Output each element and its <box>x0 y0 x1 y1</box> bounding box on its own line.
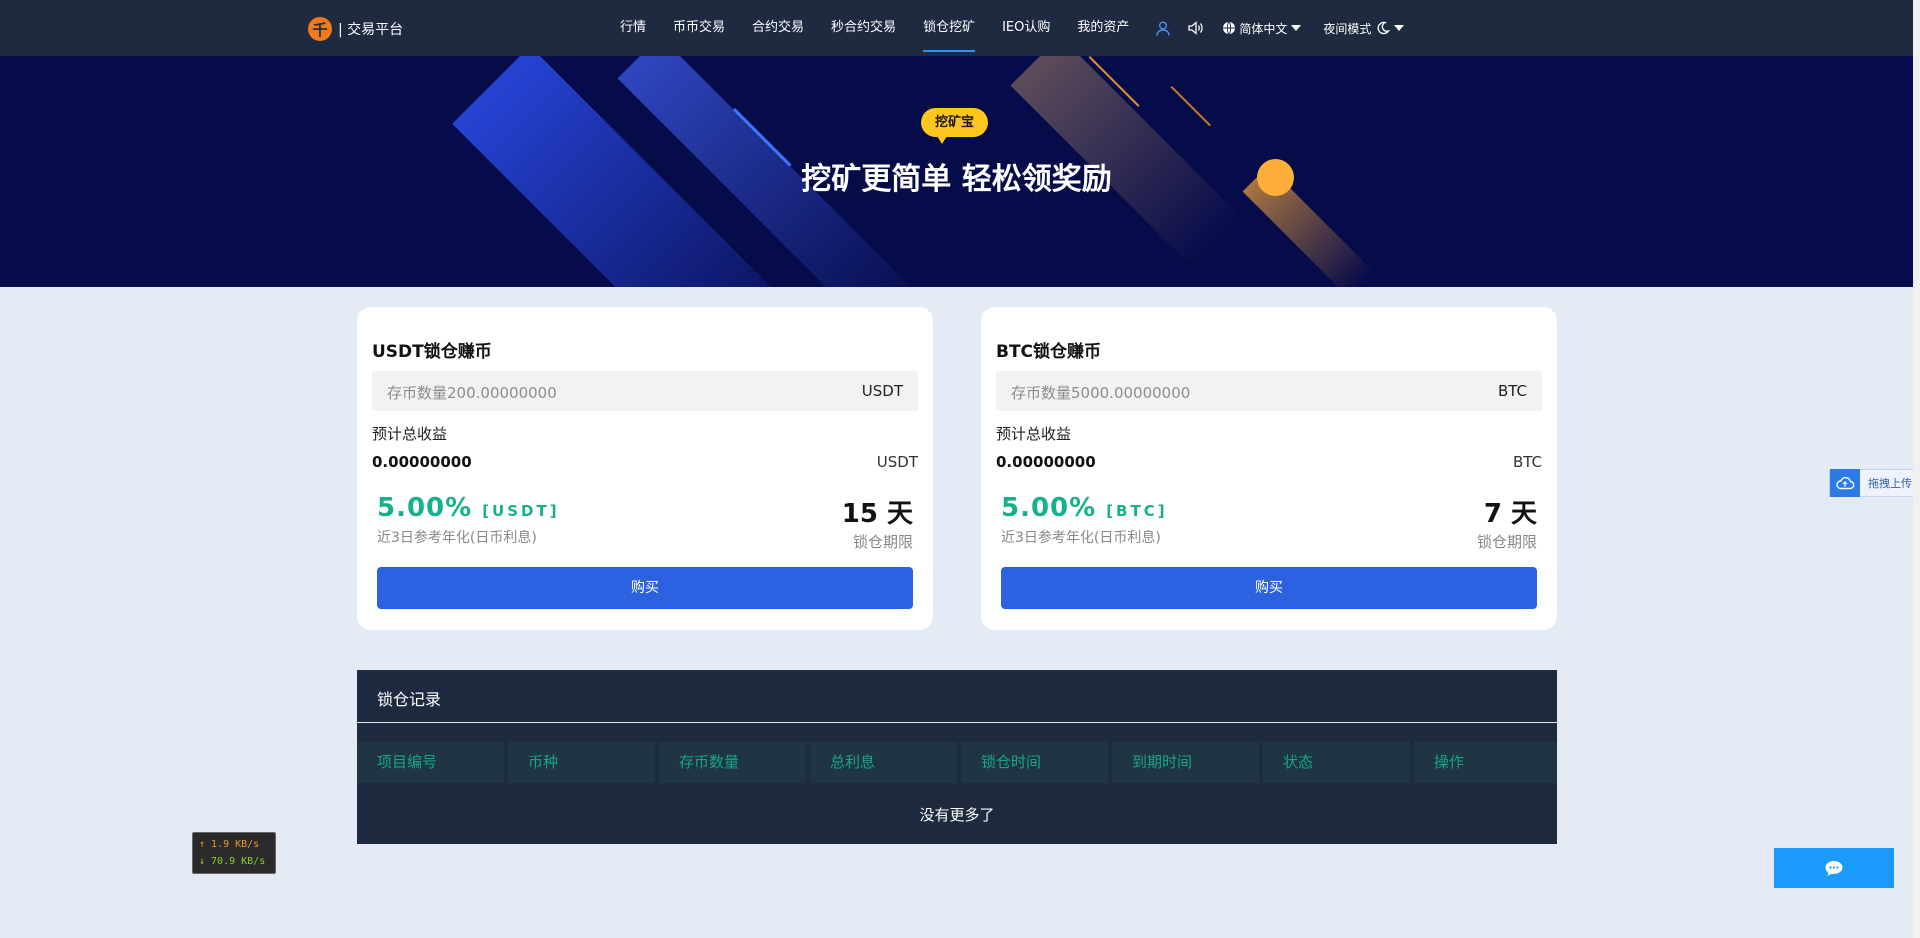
card-title: USDT锁仓赚币 <box>372 342 492 362</box>
lock-period-value: 7 天 <box>1483 499 1537 529</box>
drag-upload-label: 拖拽上传 <box>1868 477 1912 490</box>
logo-text: | 交易平台 <box>338 22 404 38</box>
download-speed: ↓ 70.9 KB/s <box>199 856 266 867</box>
nav-item-second-contract[interactable]: 秒合约交易 <box>831 0 896 56</box>
annual-rate: 5.00% [USDT] <box>377 493 560 523</box>
column-header: 存币数量 <box>659 742 806 783</box>
night-mode-label: 夜间模式 <box>1323 21 1372 36</box>
usdt-mining-card: USDT锁仓赚币 存币数量200.00000000 USDT 预计总收益 0.0… <box>357 307 933 630</box>
main-nav: 行情 币币交易 合约交易 秒合约交易 锁仓挖矿 IEO认购 我的资产 简体中文 … <box>620 0 1405 56</box>
buy-button[interactable]: 购买 <box>1001 567 1537 609</box>
deposit-amount-placeholder: 存币数量200.00000000 <box>387 384 557 402</box>
chat-bubble-icon <box>1825 860 1843 876</box>
annual-rate-value: 5.00% <box>377 493 473 523</box>
column-header: 到期时间 <box>1112 742 1259 783</box>
column-header: 操作 <box>1414 742 1557 783</box>
column-header: 项目编号 <box>357 742 504 783</box>
deposit-amount-input[interactable]: 存币数量200.00000000 USDT <box>372 371 918 411</box>
chat-button[interactable] <box>1774 848 1894 888</box>
nav-item-spot-trading[interactable]: 币币交易 <box>673 0 725 56</box>
column-header: 状态 <box>1263 742 1410 783</box>
annual-rate-label: 近3日参考年化(日币利息) <box>377 530 537 546</box>
upload-speed: ↑ 1.9 KB/s <box>199 839 260 850</box>
nav-item-market[interactable]: 行情 <box>620 0 646 56</box>
divider <box>357 722 1557 723</box>
column-header: 币种 <box>508 742 655 783</box>
lock-period-value: 15 天 <box>841 499 913 529</box>
deposit-unit: BTC <box>1497 382 1527 400</box>
lock-records-panel: 锁仓记录 项目编号 币种 存币数量 总利息 锁仓时间 到期时间 状态 操作 没有… <box>357 670 1557 844</box>
moon-icon <box>1377 21 1391 35</box>
chevron-down-icon <box>1291 25 1302 31</box>
nav-item-my-assets[interactable]: 我的资产 <box>1077 0 1129 56</box>
lock-period-label: 锁仓期限 <box>852 533 913 551</box>
estimated-income-value: 0.00000000 <box>372 453 472 471</box>
estimated-income-label: 预计总收益 <box>996 425 1072 443</box>
estimated-income-unit: BTC <box>1512 453 1542 471</box>
estimated-income-unit: USDT <box>876 453 918 471</box>
nav-item-lock-mining[interactable]: 锁仓挖矿 <box>923 0 976 56</box>
empty-state-text: 没有更多了 <box>919 806 995 824</box>
chevron-down-icon <box>1394 25 1405 31</box>
language-selector[interactable]: 简体中文 <box>1222 20 1302 37</box>
drag-upload-widget[interactable]: 拖拽上传 <box>1829 469 1920 497</box>
top-navigation-bar: 千 | 交易平台 行情 币币交易 合约交易 秒合约交易 锁仓挖矿 IEO认购 我… <box>0 0 1913 56</box>
banner-decoration <box>1170 86 1211 127</box>
rate-coin: [BTC] <box>1106 502 1168 520</box>
network-speed-widget: ↑ 1.9 KB/s ↓ 70.9 KB/s <box>192 832 276 874</box>
records-title: 锁仓记录 <box>377 690 442 709</box>
nav-item-ieo[interactable]: IEO认购 <box>1002 0 1050 56</box>
deposit-unit: USDT <box>861 382 903 400</box>
night-mode-toggle[interactable]: 夜间模式 <box>1323 20 1405 37</box>
globe-icon <box>1223 21 1236 35</box>
estimated-income-value: 0.00000000 <box>996 453 1096 471</box>
logo[interactable]: 千 | 交易平台 <box>308 17 403 41</box>
rate-coin: [USDT] <box>482 502 560 520</box>
annual-rate-label: 近3日参考年化(日币利息) <box>1001 530 1161 546</box>
card-title: BTC锁仓赚币 <box>996 342 1102 362</box>
language-label: 简体中文 <box>1239 21 1288 36</box>
annual-rate: 5.00% [BTC] <box>1001 493 1168 523</box>
buy-button[interactable]: 购买 <box>377 567 913 609</box>
hero-banner: 挖矿宝 挖矿更简单 轻松领奖励 <box>0 56 1913 287</box>
user-icon[interactable] <box>1156 0 1171 56</box>
btc-mining-card: BTC锁仓赚币 存币数量5000.00000000 BTC 预计总收益 0.00… <box>981 307 1557 630</box>
records-table-header: 项目编号 币种 存币数量 总利息 锁仓时间 到期时间 状态 操作 <box>357 742 1557 783</box>
lock-period-label: 锁仓期限 <box>1476 533 1537 551</box>
estimated-income-label: 预计总收益 <box>372 425 448 443</box>
page-scrollbar[interactable] <box>1913 0 1920 938</box>
mining-badge: 挖矿宝 <box>921 108 989 144</box>
deposit-amount-input[interactable]: 存币数量5000.00000000 BTC <box>996 371 1542 411</box>
banner-title: 挖矿更简单 轻松领奖励 <box>801 162 1112 197</box>
deposit-amount-placeholder: 存币数量5000.00000000 <box>1011 384 1191 402</box>
column-header: 锁仓时间 <box>961 742 1108 783</box>
nav-item-contract-trading[interactable]: 合约交易 <box>752 0 804 56</box>
column-header: 总利息 <box>810 742 957 783</box>
logo-icon: 千 <box>308 17 332 41</box>
annual-rate-value: 5.00% <box>1001 493 1097 523</box>
cloud-upload-icon <box>1830 469 1860 497</box>
sound-icon[interactable] <box>1188 0 1204 56</box>
